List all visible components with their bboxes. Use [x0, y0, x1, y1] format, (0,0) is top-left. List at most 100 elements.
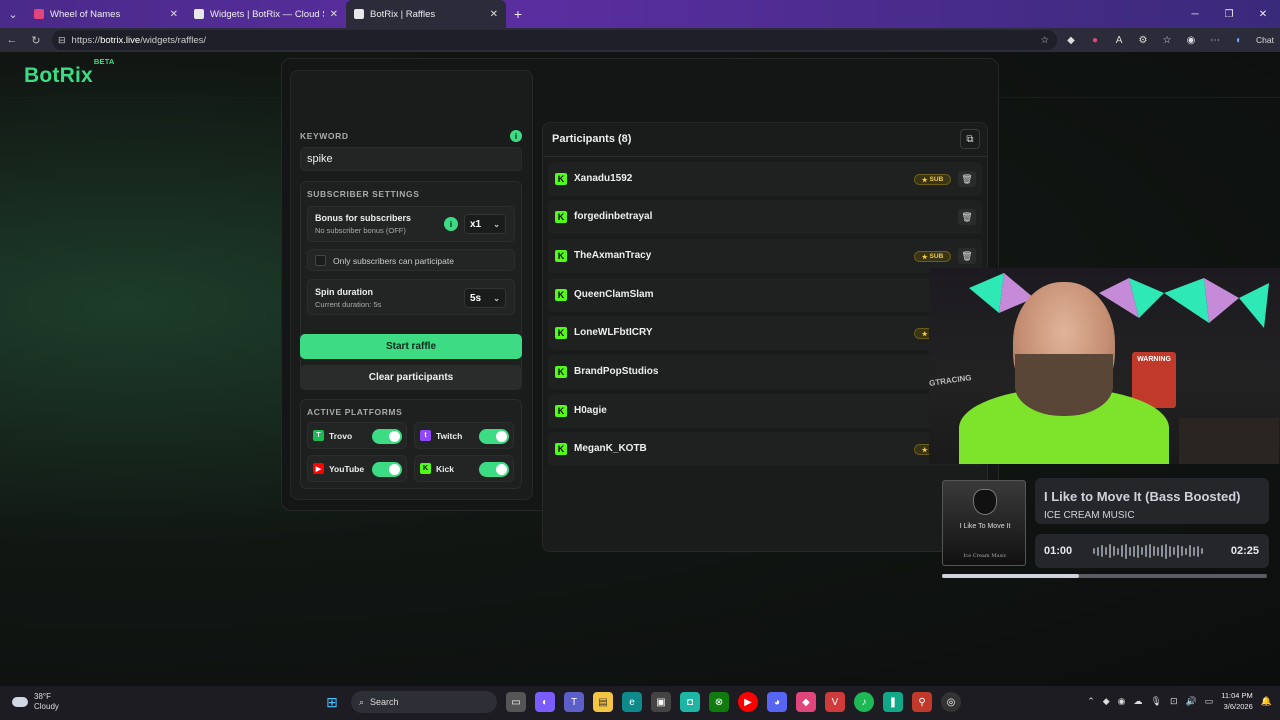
bonus-title: Bonus for subscribers	[315, 213, 412, 223]
new-tab-icon[interactable]: +	[506, 6, 530, 22]
only-subs-checkbox[interactable]	[315, 255, 326, 266]
address-bar[interactable]: ⊟ https://botrix.live/widgets/raffles/ ☆	[52, 30, 1057, 50]
copilot-icon[interactable]: ◐	[535, 692, 555, 712]
bonus-text: Bonus for subscribers No subscriber bonu…	[315, 213, 411, 235]
obs-icon[interactable]: ◎	[941, 692, 961, 712]
network-icon[interactable]: ⊡	[1170, 696, 1178, 707]
clear-participants-button[interactable]: Clear participants	[300, 365, 522, 390]
waveform-bar	[1125, 543, 1127, 559]
spotify-icon[interactable]: ♪	[854, 692, 874, 712]
app-icon[interactable]: ◆	[796, 692, 816, 712]
system-tray: ⌃ ◆ ◉ ☁ 🎙 ⊡ 🔊 ▭ 11:04 PM 3/6/2026 🔔	[1087, 690, 1272, 712]
app-icon[interactable]: ◘	[680, 692, 700, 712]
twitch-toggle[interactable]	[479, 429, 509, 444]
close-icon[interactable]: ✕	[170, 9, 178, 20]
browser-toolbar: ← ↻ ⊟ https://botrix.live/widgets/raffle…	[0, 28, 1280, 52]
youtube-music-icon[interactable]: ▶	[738, 692, 758, 712]
trovo-toggle[interactable]	[372, 429, 402, 444]
xbox-icon[interactable]: ⊗	[709, 692, 729, 712]
extension-icon[interactable]: ◆	[1064, 35, 1078, 46]
window-close-icon[interactable]: ✕	[1246, 0, 1280, 28]
edge-icon[interactable]: e	[622, 692, 642, 712]
delete-icon[interactable]: 🗑	[958, 171, 976, 187]
botrix-logo[interactable]: BotRixBETA	[24, 57, 114, 88]
tab-raffles[interactable]: BotRix | Raffles ✕	[346, 0, 506, 28]
spin-duration-select[interactable]: 5s ⌄	[464, 288, 506, 308]
voicemod-icon[interactable]: V	[825, 692, 845, 712]
bonus-multiplier-select[interactable]: x1 ⌄	[464, 214, 506, 234]
info-icon[interactable]: i	[510, 130, 522, 142]
favorite-star-icon[interactable]: ☆	[1040, 35, 1049, 46]
youtube-toggle[interactable]	[372, 462, 402, 477]
keyword-input[interactable]: spike	[300, 147, 522, 171]
favorites-icon[interactable]: ☆	[1160, 35, 1174, 46]
taskbar-search[interactable]: ⌕ Search	[351, 691, 497, 713]
task-view-icon[interactable]: ▭	[506, 692, 526, 712]
participant-row: K MeganK_KOTB ★SUB	[548, 432, 982, 466]
copilot-icon[interactable]: ◐	[1232, 35, 1246, 46]
album-art-mask	[973, 489, 997, 515]
microphone-icon[interactable]: 🎙	[1151, 696, 1162, 707]
cloud-icon[interactable]: ☁	[1134, 696, 1143, 707]
waveform-bar	[1165, 543, 1167, 559]
site-info-icon[interactable]: ⊟	[58, 35, 66, 46]
file-explorer-icon[interactable]: ▤	[593, 692, 613, 712]
maps-pin-icon[interactable]: ⚲	[912, 692, 932, 712]
taskbar-clock[interactable]: 11:04 PM 3/6/2026	[1221, 690, 1253, 712]
current-time: 01:00	[1044, 545, 1073, 557]
extension-icon[interactable]: ●	[1088, 35, 1102, 46]
search-icon: ⌕	[359, 696, 365, 707]
more-menu-icon[interactable]: ⋯	[1208, 35, 1222, 46]
participant-row: K TheAxmanTracy ★ SUB 🗑	[548, 239, 982, 273]
extensions-puzzle-icon[interactable]: ⚙	[1136, 35, 1150, 46]
store-icon[interactable]: ▣	[651, 692, 671, 712]
battery-icon[interactable]: ▭	[1205, 696, 1214, 707]
tab-actions-icon[interactable]: ⌄	[0, 0, 26, 28]
refresh-icon[interactable]: ↻	[24, 34, 48, 47]
info-icon[interactable]: i	[444, 217, 458, 231]
extension-icon[interactable]: A	[1112, 35, 1126, 46]
close-icon[interactable]: ✕	[490, 9, 498, 20]
tray-expand-icon[interactable]: ⌃	[1087, 696, 1095, 707]
waveform-bar	[1193, 546, 1195, 556]
kick-icon: K	[555, 443, 567, 455]
notifications-icon[interactable]: 🔔	[1261, 696, 1272, 707]
waveform	[1093, 543, 1215, 559]
waveform-bar	[1201, 548, 1203, 554]
chat-label[interactable]: Chat	[1256, 35, 1274, 45]
copy-icon[interactable]: ⧉	[960, 129, 980, 149]
profile-avatar-icon[interactable]: ◉	[1184, 35, 1198, 46]
kick-icon: K	[555, 211, 567, 223]
trovo-icon: T	[313, 430, 324, 441]
spin-subtitle: Current duration: 5s	[315, 300, 382, 309]
botrix-favicon-icon	[194, 9, 204, 19]
maximize-icon[interactable]: ❐	[1212, 0, 1246, 28]
delete-icon[interactable]: 🗑	[958, 248, 976, 264]
participant-name: QueenClamSlam	[574, 289, 654, 300]
kick-toggle[interactable]	[479, 462, 509, 477]
platform-label: Trovo	[329, 430, 353, 441]
tab-wheel-of-names[interactable]: Wheel of Names ✕	[26, 0, 186, 28]
tray-app-icon[interactable]: ◉	[1118, 696, 1126, 707]
windows-start-icon[interactable]: ⊞	[322, 692, 342, 712]
discord-icon[interactable]: ◕	[767, 692, 787, 712]
waveform-bar	[1173, 547, 1175, 555]
kick-icon: K	[555, 366, 567, 378]
teams-icon[interactable]: T	[564, 692, 584, 712]
back-icon[interactable]: ←	[0, 34, 24, 46]
participants-divider	[543, 156, 987, 157]
waveform-bar	[1101, 545, 1103, 557]
close-icon[interactable]: ✕	[330, 9, 338, 20]
participant-row: K forgedinbetrayal 🗑	[548, 200, 982, 234]
tab-label: Wheel of Names	[50, 8, 121, 20]
volume-icon[interactable]: 🔊	[1186, 696, 1197, 707]
weather-widget[interactable]: 38°F Cloudy	[12, 692, 59, 712]
minimize-icon[interactable]: ─	[1178, 0, 1212, 28]
audio-app-icon[interactable]: ❚	[883, 692, 903, 712]
delete-icon[interactable]: 🗑	[958, 209, 976, 225]
start-raffle-button[interactable]: Start raffle	[300, 334, 522, 359]
tray-app-icon[interactable]: ◆	[1103, 696, 1110, 707]
kick-icon: K	[555, 250, 567, 262]
waveform-bar	[1149, 544, 1151, 558]
tab-widgets[interactable]: Widgets | BotRix — Cloud Streaming ✕	[186, 0, 346, 28]
